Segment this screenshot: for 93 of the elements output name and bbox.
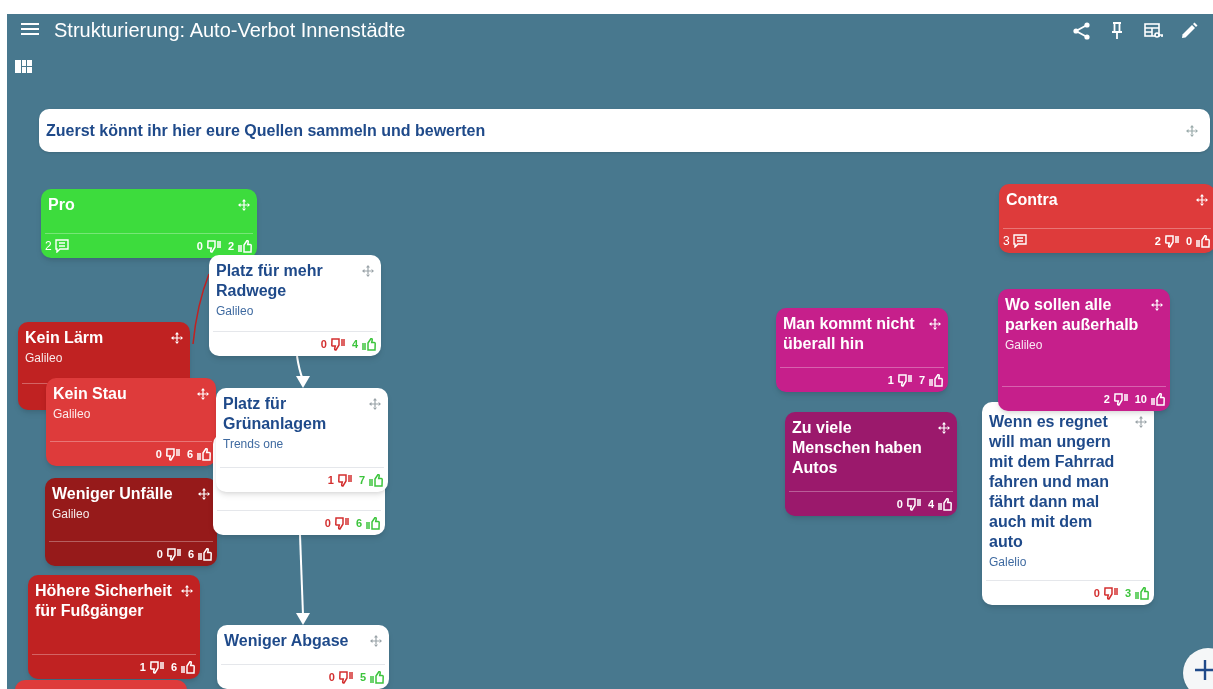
dislike-count: 0 bbox=[896, 496, 903, 512]
card-title: Wenn es regnet will man ungern mit dem Fahrrad fahren und man fährt dann mal auch mit dem auto bbox=[989, 412, 1116, 552]
thumbs-up-icon[interactable] bbox=[369, 473, 383, 487]
thumbs-up-icon[interactable] bbox=[181, 660, 195, 674]
thumbs-down-icon[interactable] bbox=[1164, 234, 1179, 248]
dislike-count: 1 bbox=[139, 659, 146, 675]
thumbs-down-icon[interactable] bbox=[165, 447, 180, 461]
thumbs-down-icon[interactable] bbox=[149, 660, 164, 674]
thumbs-up-icon[interactable] bbox=[929, 373, 943, 387]
thumbs-down-icon[interactable] bbox=[906, 497, 921, 511]
like-count: 3 bbox=[1124, 585, 1131, 601]
thumbs-up-icon[interactable] bbox=[366, 516, 380, 530]
move-icon[interactable] bbox=[181, 585, 193, 597]
move-icon[interactable] bbox=[198, 488, 210, 500]
card-source: Galileo bbox=[51, 506, 91, 522]
thumbs-up-icon[interactable] bbox=[238, 239, 252, 253]
card-title: Pro bbox=[48, 195, 75, 215]
thumbs-up-icon[interactable] bbox=[362, 337, 376, 351]
dislike-count: 1 bbox=[327, 472, 334, 488]
dislike-count: 2 bbox=[1154, 233, 1161, 249]
like-count: 4 bbox=[351, 336, 358, 352]
thumbs-down-icon[interactable] bbox=[338, 670, 353, 684]
share-icon[interactable] bbox=[1073, 22, 1090, 40]
intro-text: Zuerst könnt ihr hier eure Quellen sammeln und bewerten bbox=[46, 120, 486, 141]
card-title: Weniger Unfälle bbox=[52, 484, 173, 504]
dislike-count: 1 bbox=[887, 372, 894, 388]
pin-icon[interactable] bbox=[1111, 22, 1123, 40]
dislike-count: 0 bbox=[328, 669, 335, 685]
dislike-count: 0 bbox=[196, 238, 203, 254]
move-icon[interactable] bbox=[929, 318, 941, 330]
thumbs-up-icon[interactable] bbox=[198, 547, 212, 561]
like-count: 10 bbox=[1134, 391, 1147, 407]
thumbs-up-icon[interactable] bbox=[197, 447, 211, 461]
dislike-count: 0 bbox=[156, 546, 163, 562]
thumbs-down-icon[interactable] bbox=[1103, 586, 1118, 600]
like-count: 6 bbox=[186, 446, 193, 462]
move-icon[interactable] bbox=[171, 332, 183, 344]
dislike-count: 0 bbox=[1093, 585, 1100, 601]
move-icon[interactable] bbox=[197, 388, 209, 400]
thumbs-down-icon[interactable] bbox=[897, 373, 912, 387]
card-title: Platz für mehr Radwege bbox=[216, 261, 324, 301]
like-count: 6 bbox=[170, 659, 177, 675]
thumbs-down-icon[interactable] bbox=[1113, 392, 1128, 406]
layout-icon[interactable] bbox=[15, 60, 32, 73]
card-source: Galileo bbox=[215, 303, 255, 319]
card-title: Man kommt nicht überall hin bbox=[783, 314, 916, 354]
board-title: Strukturierung: Auto-Verbot Innenstädte bbox=[54, 18, 406, 43]
dislike-count: 0 bbox=[155, 446, 162, 462]
like-count: 6 bbox=[355, 515, 362, 531]
connector-line bbox=[192, 273, 210, 345]
thumbs-up-icon[interactable] bbox=[370, 670, 384, 684]
thumbs-up-icon[interactable] bbox=[1151, 392, 1165, 406]
plus-icon bbox=[1195, 660, 1213, 680]
dislike-count: 0 bbox=[324, 515, 331, 531]
edit-icon[interactable] bbox=[1181, 22, 1198, 39]
thumbs-down-icon[interactable] bbox=[166, 547, 181, 561]
thumbs-down-icon[interactable] bbox=[337, 473, 352, 487]
card-source: Galileo bbox=[1004, 337, 1044, 353]
menu-icon[interactable] bbox=[21, 22, 39, 36]
like-count: 4 bbox=[927, 496, 934, 512]
card-source: Galileo bbox=[52, 406, 92, 422]
like-count: 0 bbox=[1185, 233, 1192, 249]
card-title: Platz für Grünanlagem bbox=[223, 394, 328, 434]
thumbs-down-icon[interactable] bbox=[334, 516, 349, 530]
card-title: Weniger Abgase bbox=[224, 631, 349, 651]
card-source: Trends one bbox=[222, 436, 285, 452]
card-title: Höhere Sicherheit für Fußgänger bbox=[35, 581, 173, 621]
thumbs-up-icon[interactable] bbox=[1196, 234, 1210, 248]
like-count: 7 bbox=[918, 372, 925, 388]
card-title: Contra bbox=[1006, 190, 1058, 210]
like-count: 6 bbox=[187, 546, 194, 562]
card-title: Kein Stau bbox=[53, 384, 127, 404]
move-icon[interactable] bbox=[1196, 194, 1208, 206]
comment-count: 3 bbox=[1003, 233, 1010, 250]
like-count: 5 bbox=[359, 669, 366, 685]
comment-icon[interactable] bbox=[1012, 234, 1027, 248]
comment-count: 2 bbox=[45, 238, 52, 255]
card-source: Galelio bbox=[988, 554, 1028, 570]
table-icon[interactable] bbox=[1144, 23, 1164, 39]
like-count: 7 bbox=[358, 472, 365, 488]
dislike-count: 2 bbox=[1103, 391, 1110, 407]
card-title: Kein Lärm bbox=[25, 328, 104, 348]
move-icon[interactable] bbox=[1151, 299, 1163, 311]
thumbs-down-icon[interactable] bbox=[206, 239, 221, 253]
thumbs-down-icon[interactable] bbox=[330, 337, 345, 351]
thumbs-up-icon[interactable] bbox=[938, 497, 952, 511]
thumbs-up-icon[interactable] bbox=[1135, 586, 1149, 600]
dislike-count: 0 bbox=[320, 336, 327, 352]
card-title: Wo sollen alle parken außerhalb bbox=[1005, 295, 1140, 335]
like-count: 2 bbox=[227, 238, 234, 254]
card-source: Galileo bbox=[24, 350, 64, 366]
move-icon[interactable] bbox=[938, 422, 950, 434]
card-title: Zu viele Menschen haben Autos bbox=[792, 418, 923, 478]
